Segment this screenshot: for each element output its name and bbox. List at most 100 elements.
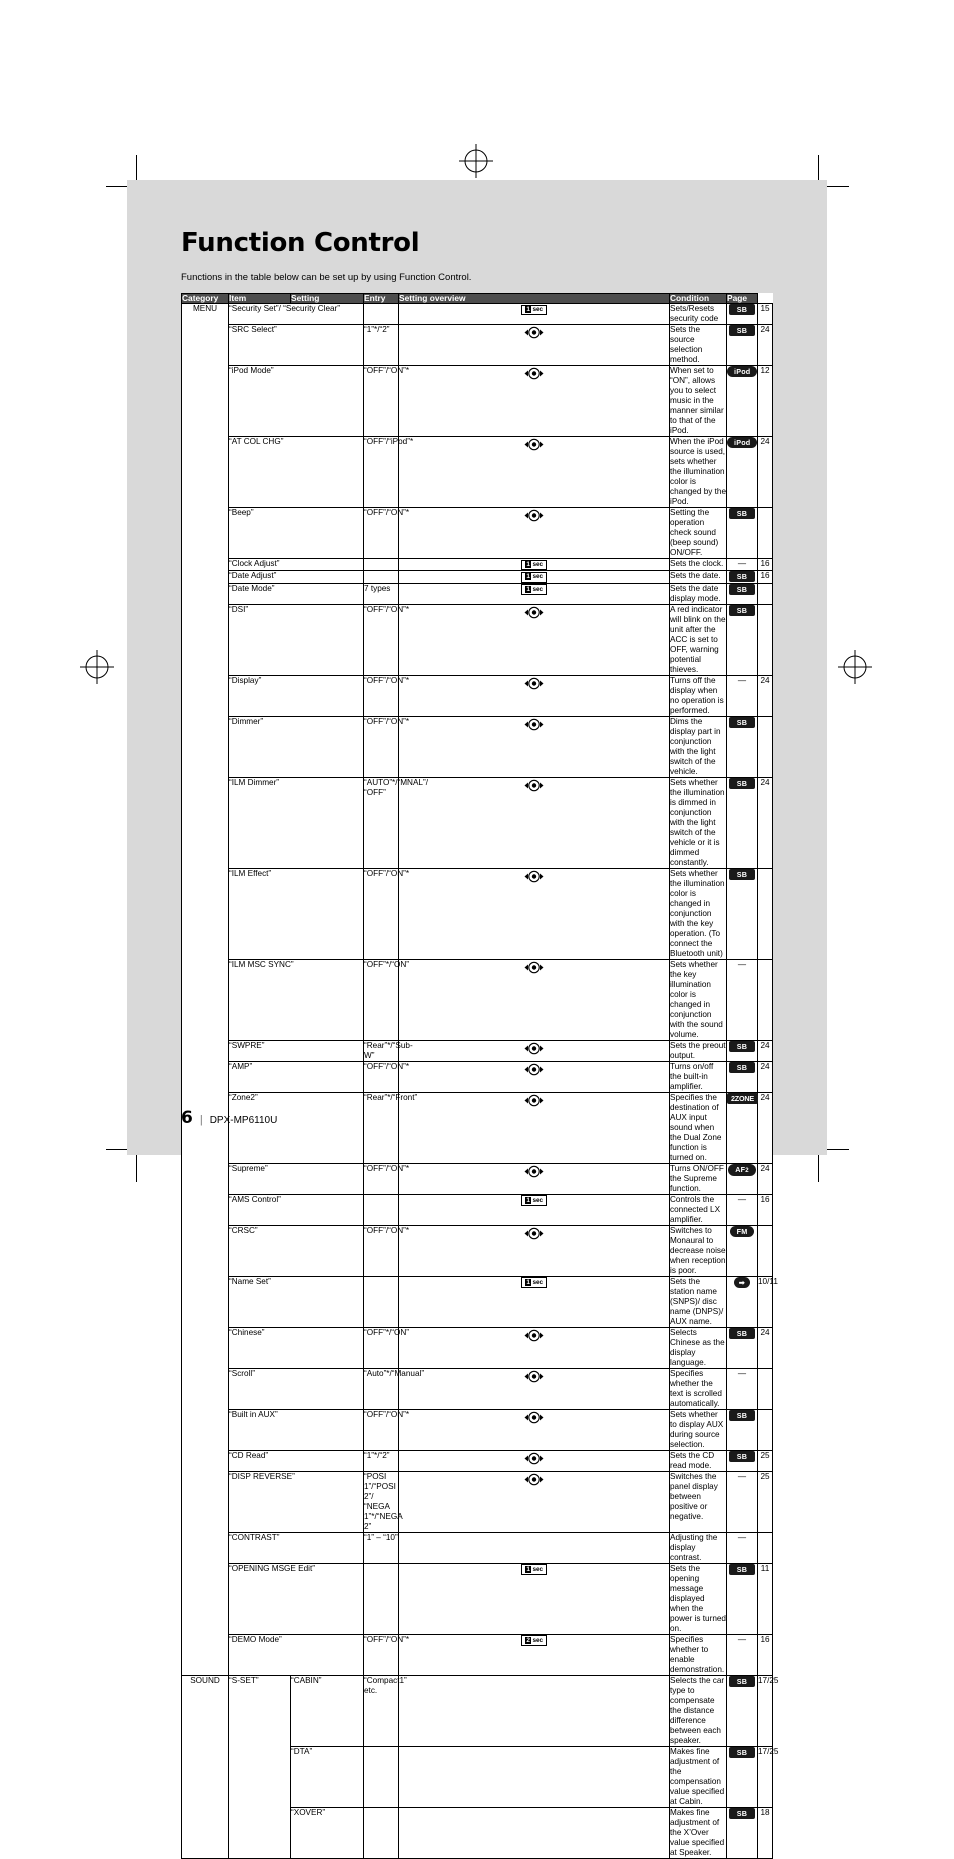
page-cell — [757, 507, 773, 560]
rotary-knob-icon — [399, 718, 669, 731]
condition-cell: SB — [726, 1326, 758, 1369]
overview-cell: When the iPod source is used, sets wheth… — [669, 436, 727, 509]
setting-cell: “OFF”*/“ON” — [363, 1326, 409, 1369]
rotary-knob-icon — [399, 870, 669, 883]
rotary-knob-icon — [399, 367, 669, 380]
overview-cell: Sets whether the illumination is dimmed … — [669, 776, 727, 869]
table-row: “Chinese” “OFF”*/“ON” Selects Chinese as t… — [182, 1326, 773, 1369]
overview-cell: Selects the car type to compensate the d… — [669, 1674, 727, 1747]
condition-badge-2zone: 2ZONE — [727, 1092, 758, 1104]
condition-none: — — [737, 1194, 747, 1204]
column-header: Page — [726, 292, 758, 305]
page-cell — [757, 1408, 773, 1451]
condition-badge-sb: SB — [728, 604, 756, 616]
overview-cell: Switches to Monaural to decrease noise w… — [669, 1224, 727, 1277]
page-cell: 16 — [757, 558, 773, 572]
entry-cell — [398, 507, 670, 560]
page-cell: 24 — [757, 324, 773, 367]
rotary-knob-icon — [399, 1411, 669, 1424]
rotary-knob-icon — [399, 1370, 669, 1383]
footer-model: DPX-MP6110U — [209, 1115, 278, 1126]
setting-cell — [363, 558, 399, 572]
entry-cell — [398, 1224, 670, 1277]
entry-cell — [398, 324, 670, 367]
page-cell — [757, 1367, 773, 1410]
entry-cell — [398, 958, 670, 1041]
condition-badge-sb: SB — [728, 1061, 756, 1073]
condition-badge-ipod: iPod — [727, 437, 758, 449]
entry-cell: 1 sec — [398, 1562, 670, 1635]
table-row: “AMP” “OFF”/“ON”* Turns on/off the built-i… — [182, 1060, 773, 1093]
item-cell: “Beep” — [228, 507, 364, 560]
page-cell: 16 — [757, 570, 773, 584]
setting-cell: “OFF”/“ON”* — [363, 603, 409, 676]
condition-cell: SB — [726, 1039, 758, 1062]
setting-cell: “POSI 1”/“POSI 2”/ “NEGA 1”*/“NEGA 2” — [363, 1470, 403, 1533]
hold-1sec-icon: 1 sec — [520, 1564, 548, 1575]
overview-cell: Sets the source selection method. — [669, 324, 727, 367]
condition-badge-sb: SB — [728, 868, 756, 880]
item-cell: “Clock Adjust” — [228, 558, 364, 572]
item-sub-cell: “DTA” — [290, 1745, 364, 1808]
page-cell: 25 — [757, 1470, 773, 1533]
page-cell: 10/11 — [757, 1275, 778, 1328]
setting-cell: “1”*/“2” — [363, 1449, 399, 1472]
condition-cell: SB — [726, 715, 758, 778]
condition-badge-arrow: ➡ — [733, 1276, 751, 1288]
entry-cell — [398, 603, 670, 676]
item-cell: “CD Read” — [228, 1449, 364, 1472]
entry-cell — [398, 1039, 670, 1062]
condition-cell: — — [726, 958, 758, 1041]
setting-cell: “OFF”/“ON”* — [363, 674, 409, 717]
condition-badge-sb: SB — [728, 777, 756, 789]
item-cell: “DSI” — [228, 603, 364, 676]
page-cell — [757, 603, 773, 676]
page-cell: 24 — [757, 1060, 773, 1093]
item-cell: “Display” — [228, 674, 364, 717]
condition-badge-sb: SB — [728, 1675, 756, 1687]
condition-cell: iPod — [726, 436, 758, 509]
item-cell: “Name Set” — [228, 1275, 364, 1328]
condition-cell: SB — [726, 1674, 758, 1747]
condition-badge-sb: SB — [728, 1450, 756, 1462]
overview-cell: Sets the preout output. — [669, 1039, 727, 1062]
setting-cell — [363, 303, 399, 326]
column-header: Setting overview — [398, 292, 670, 305]
entry-cell — [398, 1408, 670, 1451]
condition-cell: SB — [726, 1408, 758, 1451]
setting-cell — [363, 1745, 399, 1808]
overview-cell: Switches the panel display between posit… — [669, 1470, 727, 1533]
page-cell: 24 — [757, 436, 773, 509]
overview-cell: When set to “ON”, allows you to select m… — [669, 365, 727, 438]
condition-none: — — [737, 1634, 747, 1644]
rotary-knob-icon — [399, 1063, 669, 1076]
condition-badge-af2: AF2 — [728, 1163, 756, 1177]
table-row: “DEMO Mode” “OFF”/“ON”* 2 sec Specifies whet… — [182, 1633, 773, 1676]
condition-cell: SB — [726, 570, 758, 584]
registration-mark-right — [838, 650, 872, 684]
page-cell: 15 — [757, 303, 773, 326]
page-content: Function Control Functions in the table … — [181, 228, 779, 1859]
item-cell: “AT COL CHG” — [228, 436, 364, 509]
item-sub-cell: “XOVER” — [290, 1806, 364, 1859]
hold-1sec-icon: 1 sec — [520, 571, 548, 583]
entry-cell — [398, 1449, 670, 1472]
overview-cell: A red indicator will blink on the unit a… — [669, 603, 727, 676]
setting-cell: “OFF”/“ON”* — [363, 1224, 409, 1277]
page-cell — [757, 867, 773, 960]
overview-cell: Turns on/off the built-in amplifier. — [669, 1060, 727, 1093]
item-cell: “DEMO Mode” — [228, 1633, 364, 1676]
entry-cell — [398, 1091, 670, 1164]
entry-cell — [398, 436, 670, 509]
page-footer: 6 | DPX-MP6110U — [181, 1108, 277, 1128]
condition-cell: — — [726, 1633, 758, 1676]
condition-badge-sb: SB — [728, 571, 756, 583]
condition-badge-ipod: iPod — [727, 366, 758, 378]
item-cell: “CRSC” — [228, 1224, 364, 1277]
page-cell: 16 — [757, 1633, 773, 1676]
setting-cell: “AUTO”*/“MNAL”/ “OFF” — [363, 776, 428, 869]
entry-cell: 1 sec — [398, 558, 670, 572]
condition-badge-sb: SB — [728, 1746, 756, 1758]
condition-badge-sb: SB — [728, 716, 756, 728]
overview-cell: Makes fine adjustment of the X’Over valu… — [669, 1806, 727, 1859]
